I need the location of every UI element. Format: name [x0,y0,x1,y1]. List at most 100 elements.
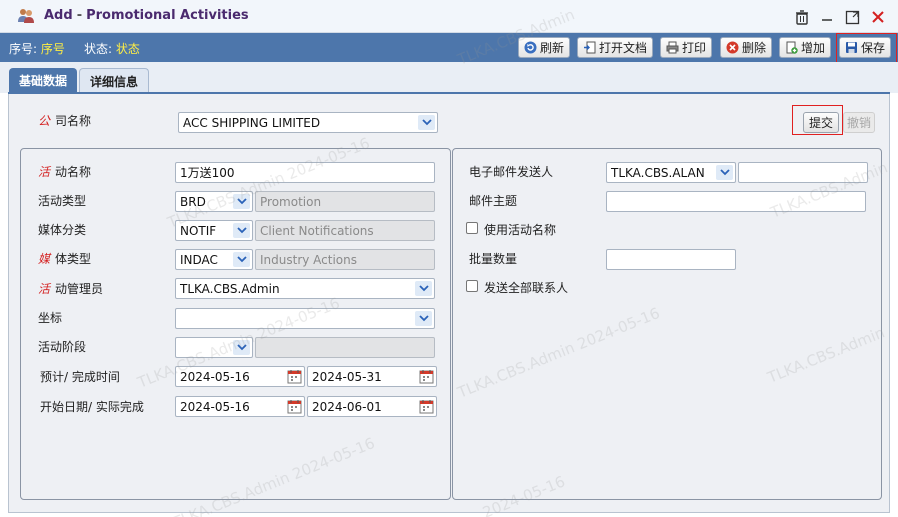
activity-stage-description [255,337,435,358]
activity-name-label: 活动名称 [38,163,91,180]
media-type-label: 媒体类型 [38,250,91,267]
trash-icon[interactable] [793,8,811,26]
calendar-icon[interactable] [287,369,302,384]
activity-manager-label: 活动管理员 [38,280,103,297]
actual-start-date-input[interactable]: 2024-05-16 [175,396,305,417]
chevron-down-icon [415,311,432,326]
activity-type-description: Promotion [255,191,435,212]
email-sender-extra-input[interactable] [738,162,868,183]
media-category-desc-value: Client Notifications [260,223,374,238]
planned-end-date-value: 2024-05-31 [312,369,382,384]
use-activity-name-checkbox[interactable] [466,222,478,234]
chevron-down-icon [233,340,250,355]
delete-button[interactable]: 删除 [720,37,773,58]
open-document-icon [582,41,596,55]
title-bar: Add - Promotional Activities [0,0,898,33]
activity-manager-select[interactable]: TLKA.CBS.Admin [175,278,435,299]
status-value: 状态 [115,42,140,56]
email-subject-input[interactable] [606,191,866,212]
media-category-code: NOTIF [180,223,217,238]
media-type-select[interactable]: INDAC [175,249,253,270]
company-name-label-text: 司名称 [55,114,92,128]
printer-icon [665,41,679,55]
activity-name-required-char: 活 [38,165,51,179]
add-document-icon [784,41,798,55]
print-button[interactable]: 打印 [660,37,713,58]
close-icon[interactable] [869,8,887,26]
activity-stage-select[interactable] [175,337,253,358]
media-type-required-char: 媒 [38,252,51,266]
email-sender-value: TLKA.CBS.ALAN [611,165,705,180]
coordinate-label: 坐标 [38,311,63,325]
seq-label: 序号: [9,42,38,56]
use-activity-name-label: 使用活动名称 [484,223,557,237]
send-all-contacts-checkbox[interactable] [466,280,478,292]
chevron-down-icon [418,115,435,130]
email-sender-select[interactable]: TLKA.CBS.ALAN [606,162,736,183]
seq-value: 序号 [40,42,65,56]
planned-completion-label: 预计/ 完成时间 [40,370,120,384]
revoke-button[interactable]: 撤销 [843,112,875,133]
calendar-icon[interactable] [419,399,434,414]
activity-name-label-text: 动名称 [55,165,92,179]
calendar-icon[interactable] [287,399,302,414]
activity-stage-label: 活动阶段 [38,340,87,354]
activity-name-input[interactable]: 1万送100 [175,162,435,183]
window-title: Add - Promotional Activities [44,8,249,23]
media-category-description: Client Notifications [255,220,435,241]
activity-manager-label-text: 动管理员 [55,282,104,296]
actual-start-date-value: 2024-05-16 [180,399,250,414]
delete-label: 删除 [742,41,767,55]
activity-manager-required-char: 活 [38,282,51,296]
coordinate-select[interactable] [175,308,435,329]
actual-end-date-value: 2024-06-01 [312,399,382,414]
send-all-contacts-label: 发送全部联系人 [484,281,569,295]
chevron-down-icon [233,223,250,238]
calendar-icon[interactable] [419,369,434,384]
submit-button[interactable]: 提交 [803,112,839,133]
media-category-label: 媒体分类 [38,223,87,237]
title-separator: - [76,8,83,23]
chevron-down-icon [233,194,250,209]
company-name-select[interactable]: ACC SHIPPING LIMITED [178,112,438,133]
company-name-required-char: 公 [38,114,51,128]
email-sender-label: 电子邮件发送人 [469,165,554,179]
media-type-desc-value: Industry Actions [260,252,358,267]
status-label: 状态: [84,42,113,56]
title-name: Promotional Activities [86,8,249,23]
media-type-code: INDAC [180,252,218,267]
planned-end-date-input[interactable]: 2024-05-31 [307,366,437,387]
toolbar: 序号: 序号 状态: 状态 刷新 打开文档 打印 删除 增加 保存 [0,33,898,62]
planned-start-date-value: 2024-05-16 [180,369,250,384]
activity-type-label: 活动类型 [38,194,87,208]
tab-detail-info[interactable]: 详细信息 [79,68,149,93]
actual-dates-label: 开始日期/ 实际完成 [40,400,144,414]
title-action: Add [44,8,73,23]
planned-start-date-input[interactable]: 2024-05-16 [175,366,305,387]
open-document-button[interactable]: 打开文档 [577,37,654,58]
chevron-down-icon [716,165,733,180]
chevron-down-icon [233,252,250,267]
activity-name-value: 1万送100 [180,166,235,180]
activity-type-code: BRD [180,194,206,209]
email-subject-label: 邮件主题 [469,194,518,208]
minimize-icon[interactable] [818,8,836,26]
open-document-label: 打开文档 [599,41,648,55]
media-type-label-text: 体类型 [55,252,92,266]
batch-quantity-input[interactable] [606,249,736,270]
refresh-icon [523,41,537,55]
company-name-label: 公司名称 [38,112,91,129]
refresh-label: 刷新 [540,41,565,55]
maximize-icon[interactable] [843,8,861,26]
chevron-down-icon [415,281,432,296]
print-label: 打印 [682,41,707,55]
batch-quantity-label: 批量数量 [469,252,518,266]
tab-basic-data[interactable]: 基础数据 [9,68,77,93]
activity-manager-value: TLKA.CBS.Admin [180,281,280,296]
add-button[interactable]: 增加 [779,37,832,58]
activity-type-select[interactable]: BRD [175,191,253,212]
media-category-select[interactable]: NOTIF [175,220,253,241]
refresh-button[interactable]: 刷新 [518,37,571,58]
actual-end-date-input[interactable]: 2024-06-01 [307,396,437,417]
delete-icon [725,41,739,55]
